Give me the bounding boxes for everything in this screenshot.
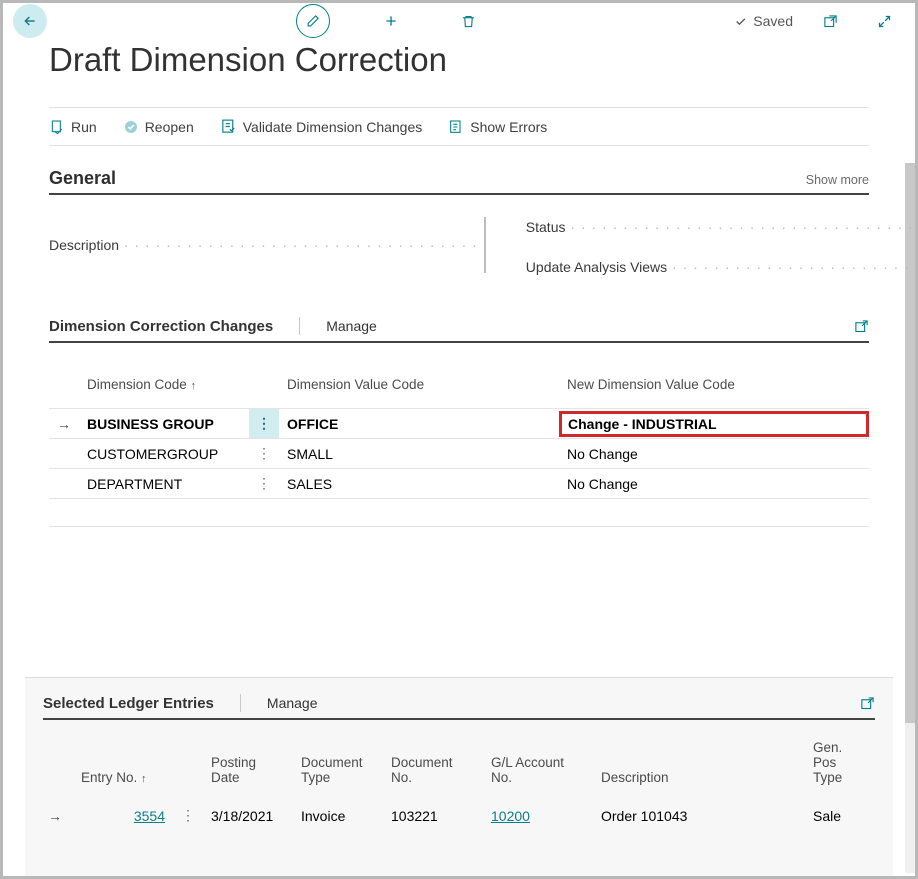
edit-button[interactable] [296, 4, 330, 38]
top-center-actions [47, 4, 734, 38]
ledger-manage[interactable]: Manage [267, 695, 318, 711]
changes-table: Dimension Code ↑ Dimension Value Code Ne… [49, 371, 869, 527]
delete-button[interactable] [452, 4, 486, 38]
cell-value[interactable]: SALES [279, 469, 559, 499]
changes-manage[interactable]: Manage [326, 318, 377, 334]
description-group: Description [49, 213, 486, 277]
table-row[interactable]: DEPARTMENT ⋮ SALES No Change [49, 469, 869, 499]
col-gen-posting-type[interactable]: Gen. PosType [805, 734, 875, 801]
ledger-table: Entry No. ↑ Posting Date DocumentType Do… [43, 734, 875, 830]
ledger-title: Selected Ledger Entries [43, 695, 214, 712]
col-dimension-value[interactable]: Dimension Value Code [279, 371, 559, 409]
row-selector-icon[interactable]: → [49, 409, 79, 439]
cell-gl-account[interactable]: 10200 [483, 801, 593, 830]
show-more[interactable]: Show more [806, 173, 869, 187]
cell-new-value[interactable]: No Change [559, 469, 869, 499]
col-gl-account[interactable]: G/L AccountNo. [483, 734, 593, 801]
scrollbar-thumb[interactable] [905, 163, 915, 723]
status-group: Status Draft [526, 213, 918, 241]
action-reopen[interactable]: Reopen [123, 119, 194, 135]
row-selector-icon[interactable]: → [43, 801, 73, 830]
table-row[interactable]: CUSTOMERGROUP ⋮ SMALL No Change [49, 439, 869, 469]
action-run-label: Run [71, 119, 97, 135]
row-menu[interactable]: ⋮ [249, 469, 279, 499]
saved-label: Saved [753, 13, 793, 29]
cell-posting-date[interactable]: 3/18/2021 [203, 801, 293, 830]
update-views-group: Update Analysis Views [526, 257, 918, 277]
cell-code[interactable]: CUSTOMERGROUP [79, 439, 249, 469]
saved-indicator: Saved [734, 13, 793, 29]
changes-header-row: Dimension Code ↑ Dimension Value Code Ne… [49, 371, 869, 409]
cell-new-value[interactable]: No Change [559, 439, 869, 469]
changes-header: Dimension Correction Changes Manage [49, 317, 869, 343]
cell-code[interactable]: DEPARTMENT [79, 469, 249, 499]
top-toolbar: Saved [3, 3, 915, 39]
cell-doc-type[interactable]: Invoice [293, 801, 383, 830]
status-label: Status [526, 219, 918, 235]
section-ledger: Selected Ledger Entries Manage [25, 677, 893, 876]
back-button[interactable] [13, 4, 47, 38]
new-button[interactable] [374, 4, 408, 38]
row-menu[interactable]: ⋮ [249, 439, 279, 469]
cell-new-value-wrap[interactable]: Change - INDUSTRIAL [559, 409, 869, 439]
cell-entry-no[interactable]: 3554 [73, 801, 173, 830]
col-description[interactable]: Description [593, 734, 805, 801]
window: Saved Draft Dimension Correction Run Reo… [3, 3, 915, 876]
changes-popout-button[interactable] [854, 319, 869, 334]
table-row-empty[interactable] [49, 499, 869, 527]
col-doc-no[interactable]: Document No. [383, 734, 483, 801]
update-views-label: Update Analysis Views [526, 259, 918, 275]
general-row-1: Description Status Draft Update Analysis… [49, 213, 869, 277]
table-row[interactable]: → 3554 ⋮ 3/18/2021 Invoice 103221 10200 … [43, 801, 875, 830]
page-title: Draft Dimension Correction [49, 41, 869, 79]
action-run[interactable]: Run [49, 119, 97, 135]
cell-description[interactable]: Order 101043 [593, 801, 805, 830]
changes-title: Dimension Correction Changes [49, 318, 273, 335]
row-menu[interactable]: ⋮ [173, 801, 203, 830]
cell-value[interactable]: OFFICE [279, 409, 559, 439]
action-validate[interactable]: Validate Dimension Changes [220, 118, 423, 135]
expand-button[interactable] [867, 4, 901, 38]
ledger-header-row: Entry No. ↑ Posting Date DocumentType Do… [43, 734, 875, 801]
highlight-box: Change - INDUSTRIAL [559, 411, 869, 437]
col-posting-date[interactable]: Posting Date [203, 734, 293, 801]
separator [240, 694, 241, 712]
section-changes: Dimension Correction Changes Manage Dime… [49, 317, 869, 637]
action-validate-label: Validate Dimension Changes [243, 119, 423, 135]
section-general: General Show more Description Status Dra… [49, 168, 869, 277]
ledger-header: Selected Ledger Entries Manage [43, 694, 875, 720]
top-right-actions: Saved [734, 4, 901, 38]
col-entry-no[interactable]: Entry No. ↑ [73, 734, 173, 801]
cell-code[interactable]: BUSINESS GROUP [79, 409, 249, 439]
ledger-popout-button[interactable] [860, 696, 875, 711]
content: Draft Dimension Correction Run Reopen Va… [3, 39, 915, 876]
description-label: Description [49, 237, 478, 253]
description-input[interactable] [484, 217, 486, 273]
cell-gen-posting-type[interactable]: Sale [805, 801, 875, 830]
col-doc-type[interactable]: DocumentType [293, 734, 383, 801]
cell-value[interactable]: SMALL [279, 439, 559, 469]
section-general-title: General [49, 168, 116, 189]
table-row[interactable]: → BUSINESS GROUP ⋮ OFFICE Change - INDUS… [49, 409, 869, 439]
section-general-header: General Show more [49, 168, 869, 195]
cell-doc-no[interactable]: 103221 [383, 801, 483, 830]
separator [299, 317, 300, 335]
row-menu[interactable]: ⋮ [249, 409, 279, 439]
action-reopen-label: Reopen [145, 119, 194, 135]
col-new-dimension-value[interactable]: New Dimension Value Code [559, 371, 869, 409]
action-show-errors-label: Show Errors [470, 119, 547, 135]
action-bar: Run Reopen Validate Dimension Changes Sh… [49, 107, 869, 146]
popout-button[interactable] [813, 4, 847, 38]
col-dimension-code[interactable]: Dimension Code ↑ [79, 371, 249, 409]
action-show-errors[interactable]: Show Errors [448, 119, 547, 135]
